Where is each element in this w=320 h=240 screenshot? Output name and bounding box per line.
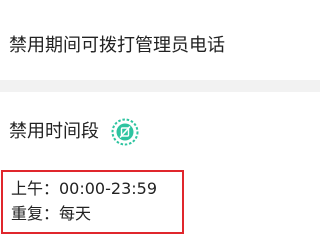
disable-period-title: 禁用时间段 — [9, 121, 99, 142]
screen: 禁用期间可拨打管理员电话 禁用时间段 上午：00:00-23:59 重复：每天 — [0, 0, 320, 240]
schedule-repeat: 重复：每天 — [11, 204, 92, 223]
admin-call-setting-label: 禁用期间可拨打管理员电话 — [9, 35, 225, 56]
disable-period-header: 禁用时间段 — [9, 118, 139, 146]
section-divider — [0, 80, 320, 92]
disable-period-section: 禁用时间段 上午：00:00-23:59 重复：每天 — [0, 92, 320, 240]
timer-edit-icon[interactable] — [111, 118, 139, 146]
admin-call-setting-row[interactable]: 禁用期间可拨打管理员电话 — [0, 0, 320, 80]
schedule-time-range: 上午：00:00-23:59 — [11, 179, 157, 198]
schedule-highlight-box[interactable]: 上午：00:00-23:59 重复：每天 — [1, 170, 184, 234]
